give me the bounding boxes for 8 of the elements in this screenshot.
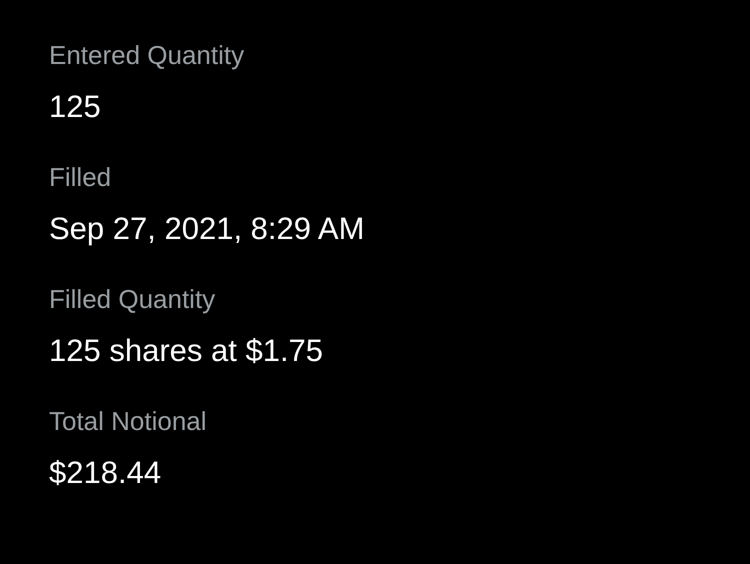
- detail-value: 125: [49, 89, 101, 125]
- detail-value: Sep 27, 2021, 8:29 AM: [49, 211, 364, 247]
- detail-label: Total Notional: [49, 405, 207, 438]
- detail-label: Filled: [49, 161, 112, 194]
- detail-value: 125 shares at $1.75: [49, 333, 324, 369]
- detail-label: Entered Quantity: [49, 39, 244, 72]
- detail-label: Filled Quantity: [49, 283, 216, 316]
- detail-value: $218.44: [49, 455, 162, 491]
